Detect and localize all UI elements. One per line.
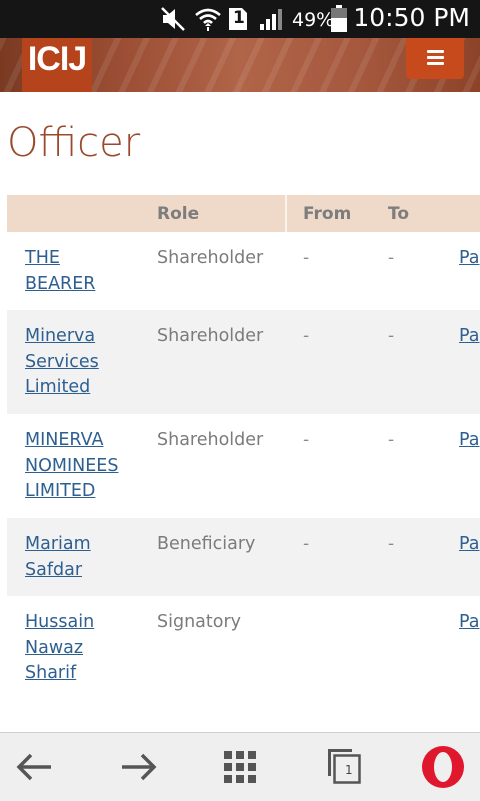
battery-percent: 49% <box>292 9 335 31</box>
role-cell: Beneficiary <box>157 534 256 554</box>
clock-time: 10:50 PM <box>353 3 470 32</box>
name-line: Safdar <box>25 559 83 580</box>
entity-link[interactable]: Pa <box>459 246 480 272</box>
table-row: THE BEARER Shareholder - - Pa <box>7 232 480 310</box>
entity-link[interactable]: Pa <box>459 428 480 454</box>
speed-dial-grid-icon <box>223 750 257 788</box>
officer-name-link[interactable]: Hussain Nawaz Sharif <box>25 610 135 687</box>
officer-name-link[interactable]: Minerva Services Limited <box>25 324 135 401</box>
menu-button[interactable] <box>406 38 464 79</box>
officer-name-link[interactable]: THE BEARER <box>25 246 135 297</box>
opera-menu-button[interactable] <box>418 733 474 801</box>
wifi-icon <box>194 6 222 36</box>
table-row: Mariam Safdar Beneficiary - - Pa <box>7 518 480 596</box>
mute-icon <box>160 6 188 36</box>
entity-link[interactable]: Pa <box>459 324 480 350</box>
column-header-to: To <box>388 204 410 224</box>
icij-logo[interactable]: ICIJ <box>22 38 92 92</box>
entity-link[interactable]: Pa <box>459 532 480 558</box>
from-cell: - <box>303 326 310 346</box>
name-line: Services <box>25 351 99 372</box>
name-line: Sharif <box>25 663 77 683</box>
to-cell: - <box>388 326 395 346</box>
table-row: Minerva Services Limited Shareholder - -… <box>7 310 480 414</box>
role-cell: Shareholder <box>157 248 264 268</box>
name-line: Nawaz <box>25 637 84 658</box>
role-cell: Shareholder <box>157 430 264 450</box>
name-line: THE <box>25 248 60 268</box>
officer-table: Role From To THE BEARER Shareholder - - … <box>7 195 480 700</box>
opera-menu-icon <box>420 745 466 793</box>
name-line: BEARER <box>25 273 96 294</box>
column-header-from: From <box>303 204 352 224</box>
browser-bottom-bar: 1 <box>0 732 480 801</box>
tabs-button[interactable]: 1 <box>320 733 370 801</box>
site-header: ICIJ <box>0 38 480 92</box>
column-divider <box>285 195 287 232</box>
role-cell: Signatory <box>157 612 242 632</box>
battery-icon <box>330 5 348 37</box>
table-row: Hussain Nawaz Sharif Signatory Pa <box>7 596 480 700</box>
back-arrow-icon <box>15 753 55 785</box>
page-title: Officer <box>7 120 141 166</box>
entity-link[interactable]: Pa <box>459 610 480 636</box>
officer-name-link[interactable]: Mariam Safdar <box>25 532 135 583</box>
tab-count: 1 <box>345 763 353 777</box>
forward-arrow-icon <box>118 753 158 785</box>
forward-button[interactable] <box>114 733 164 801</box>
name-line: Limited <box>25 377 91 397</box>
name-line: LIMITED <box>25 481 96 501</box>
tabs-icon: 1 <box>326 747 362 789</box>
name-line: Mariam <box>25 534 91 554</box>
speed-dial-button[interactable] <box>216 733 266 801</box>
to-cell: - <box>388 248 395 268</box>
from-cell: - <box>303 430 310 450</box>
sim-icon: 1 <box>228 7 248 35</box>
table-row: MINERVA NOMINEES LIMITED Shareholder - -… <box>7 414 480 518</box>
table-header: Role From To <box>7 195 480 232</box>
from-cell: - <box>303 534 310 554</box>
status-bar: 1 49% 10:50 PM <box>0 0 480 38</box>
to-cell: - <box>388 430 395 450</box>
back-button[interactable] <box>10 733 60 801</box>
role-cell: Shareholder <box>157 326 264 346</box>
name-line: MINERVA <box>25 430 104 450</box>
from-cell: - <box>303 248 310 268</box>
officer-name-link[interactable]: MINERVA NOMINEES LIMITED <box>25 428 135 505</box>
column-header-role: Role <box>157 204 200 224</box>
sim-slot-label: 1 <box>233 8 245 28</box>
name-line: NOMINEES <box>25 455 119 476</box>
logo-text: ICIJ <box>27 40 87 78</box>
name-line: Hussain <box>25 612 95 632</box>
name-line: Minerva <box>25 326 96 346</box>
to-cell: - <box>388 534 395 554</box>
signal-icon <box>258 6 284 36</box>
